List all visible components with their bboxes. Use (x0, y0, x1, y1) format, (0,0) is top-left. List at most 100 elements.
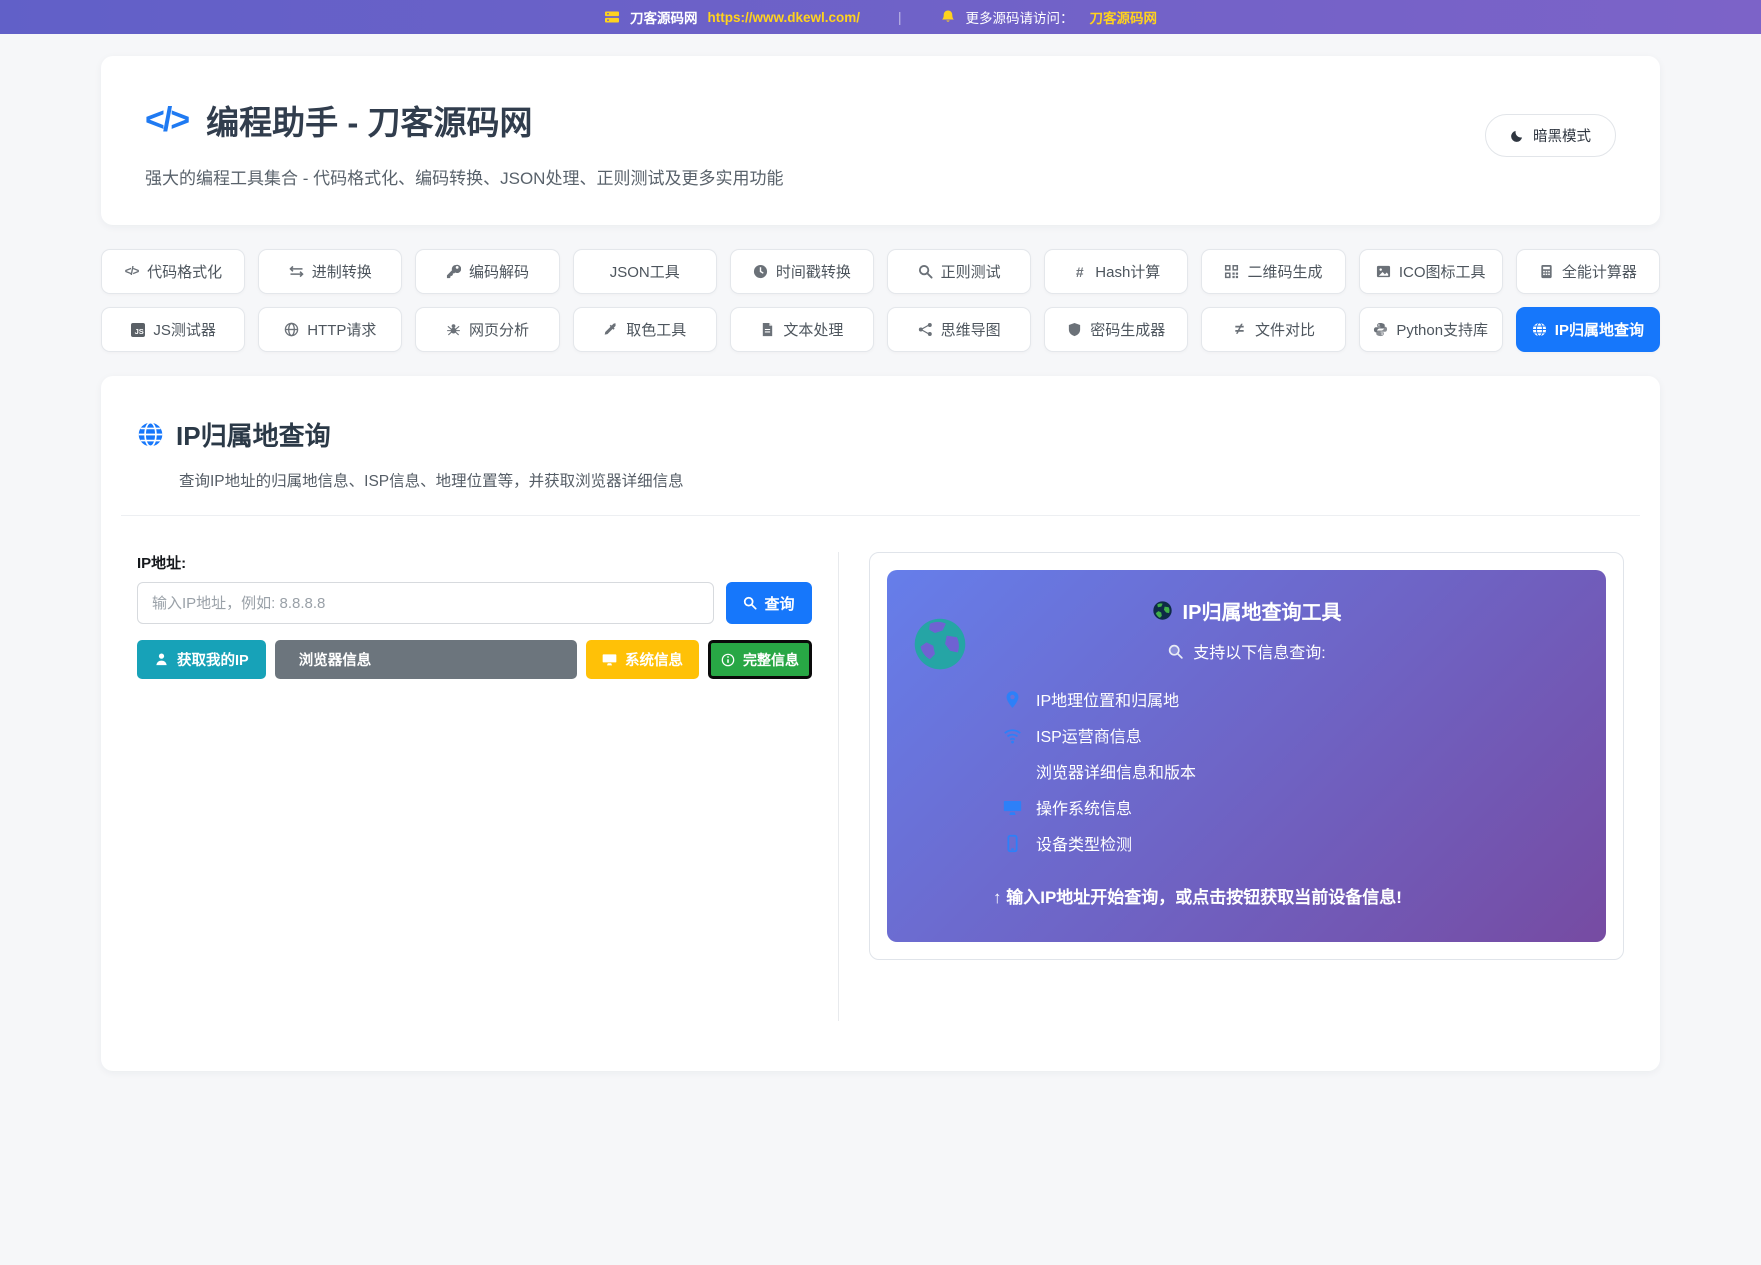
eyedropper-icon (603, 322, 618, 337)
globe-icon (137, 421, 164, 448)
tab-code-format[interactable]: </> 代码格式化 (101, 249, 246, 294)
tab-label: 密码生成器 (1090, 322, 1166, 339)
feature-item: 设备类型检测 (1003, 831, 1576, 855)
tab-label: 二维码生成 (1247, 264, 1323, 281)
topbar-more-link[interactable]: 刀客源码网 (1090, 7, 1158, 27)
tool-subtitle: 查询IP地址的归属地信息、ISP信息、地理位置等，并获取浏览器详细信息 (179, 473, 684, 490)
tab-label: Python支持库 (1396, 322, 1489, 339)
tab-label: 网页分析 (468, 322, 529, 339)
tab-label: 全能计算器 (1561, 264, 1637, 281)
tab-label: 文件对比 (1254, 322, 1315, 339)
wifi-icon (1003, 726, 1022, 745)
feature-item: 操作系统信息 (1003, 795, 1576, 819)
query-button-label: 查询 (764, 595, 795, 613)
panel-subtitle: 支持以下信息查询: (1193, 645, 1326, 662)
browser-info-button[interactable]: 浏览器信息 (274, 640, 577, 679)
calculator-icon (1539, 264, 1554, 279)
mobile-icon (1003, 834, 1022, 853)
header-card: </> 编程助手 - 刀客源码网 强大的编程工具集合 - 代码格式化、编码转换、… (101, 56, 1660, 225)
feature-list: IP地理位置和归属地 ISP运营商信息 浏览器详细信息和版本 操作系统信息 设备类型检测 (1003, 687, 1576, 855)
tab-label: IP归属地查询 (1554, 322, 1644, 339)
tab-qrcode-gen[interactable]: 二维码生成 (1201, 249, 1346, 294)
tab-label: 思维导图 (940, 322, 1001, 339)
shield-icon (1067, 322, 1082, 337)
feature-item-text: ISP运营商信息 (1036, 729, 1142, 746)
tab-web-analysis[interactable]: 网页分析 (415, 307, 560, 352)
tab-mind-map[interactable]: 思维导图 (886, 307, 1032, 352)
tab-regex-test[interactable]: 正则测试 (886, 249, 1032, 294)
tab-calculator[interactable]: 全能计算器 (1515, 249, 1660, 294)
system-info-button[interactable]: 系统信息 (586, 640, 699, 679)
file-icon (760, 322, 775, 337)
tool-tabs: </> 代码格式化 进制转换 编码解码 JSON工具 时间戳转换 正则测试 # Hash计算 二维… (101, 249, 1660, 352)
tab-json-tools[interactable]: JSON工具 (572, 249, 717, 294)
search-icon (743, 596, 758, 610)
big-globe-icon (913, 614, 967, 674)
query-button[interactable]: 查询 (726, 582, 812, 624)
tab-label: ICO图标工具 (1398, 264, 1486, 281)
tab-label: JSON工具 (609, 264, 680, 281)
tab-label: JS测试器 (153, 322, 216, 339)
image-icon (1376, 264, 1391, 279)
tab-label: 编码解码 (468, 264, 529, 281)
tab-encode-decode[interactable]: 编码解码 (415, 249, 560, 294)
tab-http-request[interactable]: HTTP请求 (258, 307, 403, 352)
full-info-label: 完整信息 (743, 651, 799, 668)
tab-python-lib[interactable]: Python支持库 (1358, 307, 1503, 352)
tab-label: Hash计算 (1095, 264, 1161, 281)
panel-footer-hint: ↑ 输入IP地址开始查询，或点击按钮获取当前设备信息! (993, 888, 1402, 907)
tab-ip-lookup[interactable]: IP归属地查询 (1515, 307, 1660, 352)
topbar-site-name: 刀客源码网 (629, 11, 698, 26)
full-info-button[interactable]: 完整信息 (708, 640, 812, 679)
ip-address-input[interactable] (137, 582, 714, 624)
hash-icon: # (1075, 263, 1084, 280)
tab-label: 进制转换 (311, 264, 372, 281)
sitemap-icon (918, 322, 933, 337)
tab-base-convert[interactable]: 进制转换 (258, 249, 403, 294)
info-icon (721, 653, 735, 667)
feature-item-text: 浏览器详细信息和版本 (1036, 765, 1197, 782)
get-my-ip-label: 获取我的IP (177, 653, 249, 669)
ip-address-label: IP地址: (137, 555, 187, 572)
tab-js-tester[interactable]: JS JS测试器 (101, 307, 246, 352)
js-icon: JS (130, 322, 145, 337)
code-brackets-icon: </> (145, 100, 190, 139)
bell-icon (940, 9, 956, 25)
moon-icon (1510, 129, 1524, 143)
get-my-ip-button[interactable]: 获取我的IP (137, 640, 266, 679)
tab-ico-tools[interactable]: ICO图标工具 (1358, 249, 1503, 294)
not-equal-icon: ≠ (1235, 320, 1244, 338)
globe-meridian-icon (1532, 322, 1547, 337)
tool-title: IP归属地查询 (176, 421, 331, 451)
info-panel-column: IP归属地查询工具 支持以下信息查询: IP地理位置和归属地 ISP运营商信息 浏览… (839, 552, 1624, 1021)
info-panel: IP归属地查询工具 支持以下信息查询: IP地理位置和归属地 ISP运营商信息 浏览… (887, 570, 1606, 942)
earth-icon (1152, 600, 1173, 621)
tab-label: 文本处理 (783, 322, 844, 339)
feature-item: ISP运营商信息 (1003, 723, 1576, 747)
spider-icon (446, 322, 461, 337)
tab-label: 正则测试 (940, 264, 1001, 281)
page-title: 编程助手 - 刀客源码网 (206, 104, 533, 141)
tab-color-picker[interactable]: 取色工具 (572, 307, 717, 352)
topbar: 刀客源码网 https://www.dkewl.com/ | 更多源码请访问： … (0, 0, 1761, 34)
person-icon (154, 652, 169, 667)
tab-timestamp-convert[interactable]: 时间戳转换 (729, 249, 874, 294)
tab-file-diff[interactable]: ≠ 文件对比 (1201, 307, 1346, 352)
topbar-more-text: 更多源码请访问： (965, 11, 1074, 26)
topbar-separator: | (898, 9, 902, 25)
system-info-label: 系统信息 (625, 653, 683, 669)
tab-label: 时间戳转换 (775, 264, 851, 281)
ip-form-column: IP地址: 查询 获取我的IP 浏览器信息 (137, 552, 839, 1021)
tab-text-process[interactable]: 文本处理 (729, 307, 874, 352)
monitor-icon (1003, 798, 1022, 817)
dark-mode-label: 暗黑模式 (1533, 129, 1591, 145)
tab-hash-calc[interactable]: # Hash计算 (1044, 249, 1189, 294)
dark-mode-button[interactable]: 暗黑模式 (1485, 114, 1616, 157)
search-icon (918, 264, 933, 279)
qrcode-icon (1224, 264, 1239, 279)
tab-password-gen[interactable]: 密码生成器 (1044, 307, 1189, 352)
topbar-site-url-link[interactable]: https://www.dkewl.com/ (707, 10, 860, 25)
panel-title: IP归属地查询工具 (1182, 602, 1342, 624)
tab-label: HTTP请求 (307, 322, 377, 339)
code-icon: </> (124, 265, 140, 278)
